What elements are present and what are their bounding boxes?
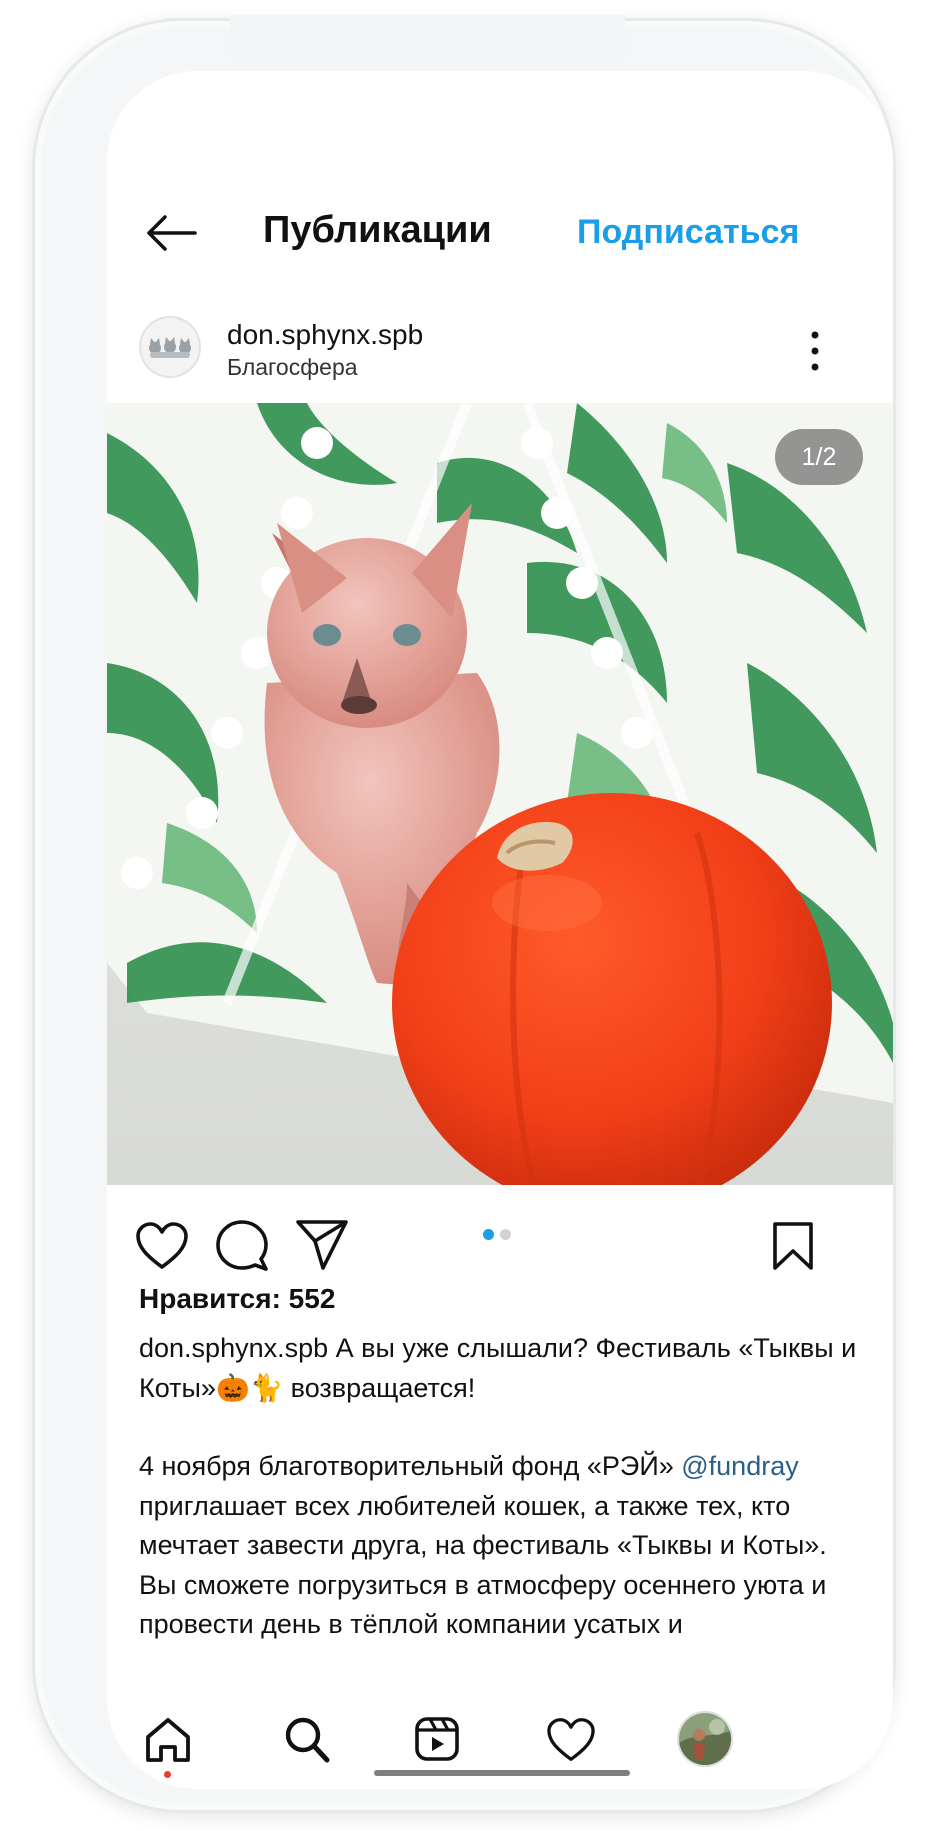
reels-icon[interactable] [413,1715,461,1763]
arrow-left-icon[interactable] [143,213,199,253]
caption-text-3: приглашает всех любителей кошек, а также… [139,1490,827,1640]
likes-count[interactable]: Нравится: 552 [139,1283,335,1315]
activity-heart-icon[interactable] [545,1717,597,1763]
more-vertical-icon[interactable] [807,329,823,373]
profile-photo [679,1713,731,1765]
phone-frame: Публикации Подписаться don.sphynx.spb Бл… [32,15,896,1813]
image-counter: 1/2 [775,429,863,485]
avatar-cats-image [141,318,199,376]
carousel-dot [500,1229,511,1240]
search-icon[interactable] [283,1715,331,1765]
send-icon[interactable] [295,1219,349,1271]
mention-link[interactable]: @fundray [681,1451,798,1481]
post-image[interactable] [107,403,893,1185]
caption-text-2: 4 ноября благотворительный фонд «РЭЙ» [139,1451,682,1481]
caption-fade [107,1661,893,1709]
post-location[interactable]: Благосфера [227,354,358,381]
home-indicator [374,1770,630,1776]
carousel-indicator [483,1227,517,1245]
bookmark-icon[interactable] [771,1221,815,1271]
notification-dot [164,1771,171,1778]
heart-icon[interactable] [135,1221,189,1271]
caption-username[interactable]: don.sphynx.spb [139,1333,328,1363]
sphynx-cat-pumpkin-photo [107,403,893,1185]
page-title: Публикации [263,209,492,251]
home-icon[interactable] [143,1715,193,1765]
bottom-nav [107,1709,893,1789]
screen: Публикации Подписаться don.sphynx.spb Бл… [107,71,893,1789]
follow-button[interactable]: Подписаться [577,213,799,252]
avatar[interactable] [139,316,201,378]
post-username[interactable]: don.sphynx.spb [227,319,423,351]
profile-avatar[interactable] [677,1711,733,1767]
comment-icon[interactable] [215,1219,269,1273]
carousel-dot-active [483,1229,494,1240]
post-caption: don.sphynx.spb А вы уже слышали? Фестива… [139,1329,859,1645]
